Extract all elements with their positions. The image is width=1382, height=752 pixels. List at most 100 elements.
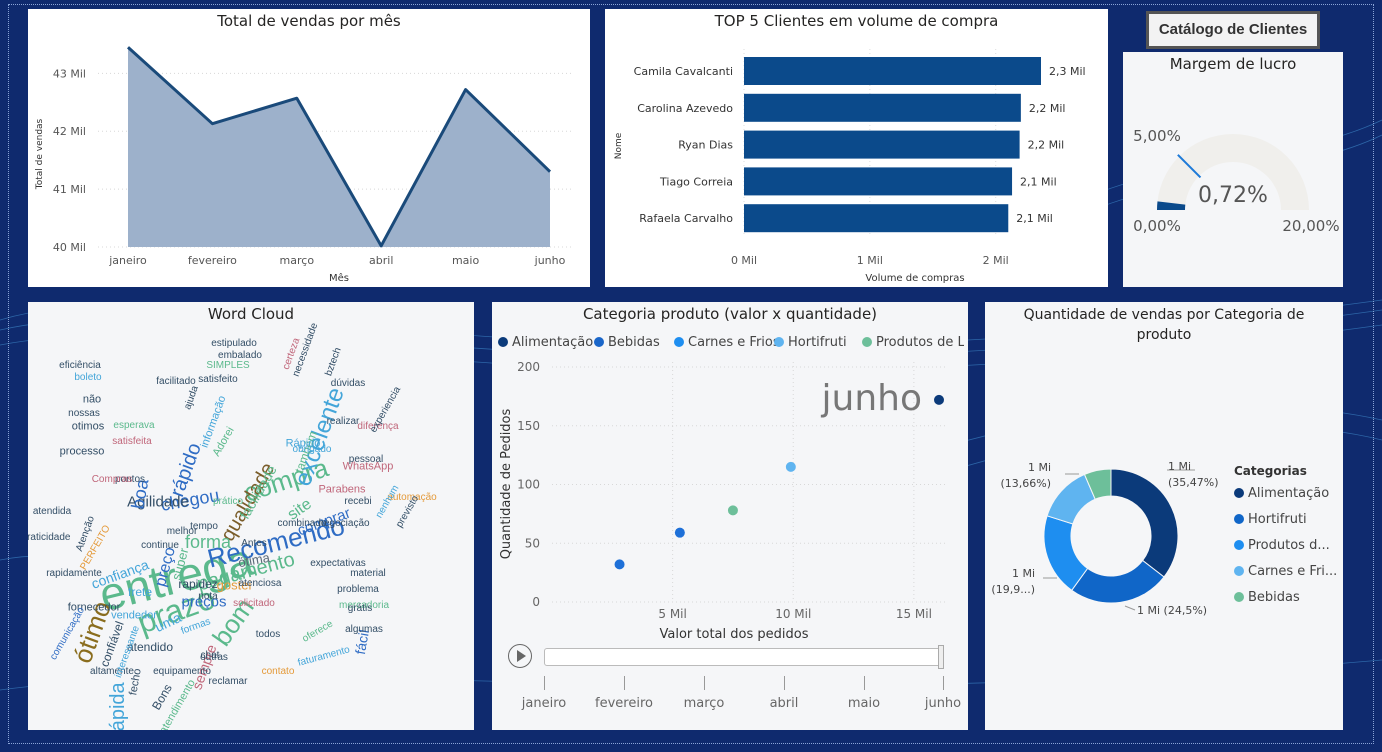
- word-cloud-word: atenciosa: [238, 578, 282, 589]
- gauge-max-label: 20,00%: [1282, 217, 1339, 235]
- client-catalog-button[interactable]: Catálogo de Clientes: [1146, 11, 1320, 49]
- timeline-tick: [864, 676, 865, 690]
- donut-legend-item[interactable]: Bebidas: [1234, 590, 1300, 605]
- timeline-handle[interactable]: [938, 645, 944, 669]
- word-cloud-word: Rápida: [107, 682, 129, 730]
- y-axis-label: Nome: [614, 132, 624, 159]
- client-bar: [744, 167, 1013, 196]
- client-bar: [744, 204, 1009, 233]
- word-cloud-word: satisfeita: [112, 436, 152, 447]
- donut-legend-item[interactable]: Hortifruti: [1234, 512, 1307, 527]
- donut-legend-label: Carnes e Fri...: [1248, 564, 1338, 579]
- word-cloud-word: algumas: [345, 624, 383, 635]
- word-cloud-word: solicitado: [233, 598, 275, 609]
- word-cloud-word: nota: [198, 591, 218, 602]
- word-cloud-word: prático: [212, 496, 244, 507]
- timeline-slider[interactable]: [544, 648, 942, 666]
- word-cloud-word: frete: [127, 585, 153, 599]
- donut-value-label: 1 Mi: [1028, 461, 1051, 474]
- sales-by-month-chart: 40 Mil 41 Mil 42 Mil 43 Mil janeiro fevereiro…: [35, 46, 573, 284]
- x-axis-label: Valor total dos pedidos: [660, 627, 809, 642]
- y-tick-label: 0: [532, 595, 540, 609]
- timeline-month-label[interactable]: fevereiro: [584, 696, 664, 711]
- word-cloud-word: problema: [337, 584, 379, 595]
- bar-value-label: 2,3 Mil: [1049, 65, 1086, 78]
- timeline-month-label[interactable]: junho: [903, 696, 983, 711]
- word-cloud-word: estipulado: [211, 338, 257, 349]
- x-tick-label: fevereiro: [188, 254, 237, 267]
- donut-legend-label: Hortifruti: [1248, 512, 1307, 527]
- donut-legend-item[interactable]: Alimentação: [1234, 486, 1329, 501]
- play-axis-month-label: junho: [821, 378, 922, 419]
- donut-legend-label: Alimentação: [1248, 486, 1330, 501]
- x-axis-label: Volume de compras: [865, 273, 964, 284]
- sales-area: [128, 47, 550, 248]
- legend-dot-icon: [1234, 566, 1244, 576]
- x-tick-label: maio: [452, 254, 480, 267]
- play-button[interactable]: [508, 644, 532, 668]
- word-cloud-word: não: [82, 393, 102, 406]
- word-cloud-word: realizar: [326, 416, 360, 427]
- y-tick-label: 150: [517, 419, 540, 433]
- donut-percent-label: (19,9...): [991, 583, 1035, 596]
- gauge-value-label: 0,72%: [1198, 183, 1268, 208]
- client-name-label: Carolina Azevedo: [637, 102, 733, 115]
- word-cloud-word: bztech: [323, 346, 344, 378]
- donut-legend-title: Categorias: [1234, 464, 1307, 478]
- x-tick-label: janeiro: [108, 254, 147, 267]
- y-tick-label: 43 Mil: [53, 67, 86, 80]
- client-name-label: Ryan Dias: [678, 139, 733, 152]
- y-tick-label: 50: [525, 536, 540, 550]
- legend-dot-icon: [1234, 540, 1244, 550]
- donut-value-label: 1 Mi (24,5%): [1137, 604, 1207, 617]
- timeline-month-label[interactable]: abril: [744, 696, 824, 711]
- play-icon: [517, 650, 526, 662]
- y-axis-label: Total de vendas: [35, 118, 45, 190]
- x-tick-label: 2 Mil: [983, 254, 1009, 267]
- category-scatter-panel: Categoria produto (valor x quantidade) A…: [492, 302, 968, 730]
- word-cloud-word: tempo: [190, 521, 218, 532]
- word-cloud-word: chat: [200, 650, 220, 661]
- client-bar: [744, 57, 1041, 85]
- donut-legend-item[interactable]: Carnes e Fri...: [1234, 564, 1337, 579]
- y-axis-label: Quantidade de Pedidos: [499, 408, 514, 559]
- donut-value-label: 1 Mi: [1168, 460, 1191, 473]
- word-cloud-word: ajuda: [182, 384, 201, 412]
- top-clients-panel: TOP 5 Clientes em volume de compra 0 Mil…: [605, 9, 1108, 287]
- word-cloud-word: atendida: [32, 506, 72, 517]
- word-cloud-word: SIMPLES: [206, 360, 250, 371]
- y-tick-label: 42 Mil: [53, 125, 86, 138]
- word-cloud-word: Antes: [241, 538, 267, 549]
- word-cloud-word: boleto: [74, 372, 102, 383]
- top-clients-chart: 0 Mil 1 Mil 2 Mil Camila Cavalcanti 2,3 Mil C…: [614, 49, 1086, 284]
- word-cloud-panel: Word Cloud entrega Recomendo prazo compra ex…: [28, 302, 474, 730]
- word-cloud-word: esperava: [113, 420, 155, 431]
- word-cloud-word: expectativas: [310, 558, 366, 569]
- timeline-tick: [943, 676, 944, 690]
- word-cloud-word: dúvidas: [330, 378, 366, 389]
- word-cloud-word: reclamar: [208, 676, 248, 687]
- x-tick-label: abril: [369, 254, 393, 267]
- donut-legend-item[interactable]: Produtos d...: [1234, 538, 1330, 553]
- timeline-month-label[interactable]: março: [664, 696, 744, 711]
- bar-value-label: 2,2 Mil: [1029, 102, 1066, 115]
- timeline-tick: [624, 676, 625, 690]
- word-cloud-word: rapidez: [178, 577, 218, 591]
- legend-dot-icon: [1234, 592, 1244, 602]
- timeline-tick: [544, 676, 545, 690]
- client-name-label: Rafaela Carvalho: [639, 212, 733, 225]
- y-tick-label: 40 Mil: [53, 241, 86, 254]
- timeline-month-label[interactable]: janeiro: [504, 696, 584, 711]
- scatter-point: [674, 527, 685, 538]
- donut-percent-label: (35,47%): [1168, 476, 1219, 489]
- x-tick-label: 1 Mil: [857, 254, 883, 267]
- word-cloud-word: Compras: [91, 474, 133, 485]
- y-tick-label: 100: [517, 478, 540, 492]
- donut-label-leader: [1124, 605, 1136, 611]
- scatter-point: [934, 394, 944, 405]
- gauge-target-label: 5,00%: [1133, 127, 1181, 145]
- timeline-month-label[interactable]: maio: [824, 696, 904, 711]
- donut-legend-label: Bebidas: [1248, 590, 1300, 605]
- client-bar: [744, 93, 1021, 122]
- sales-by-month-panel: Total de vendas por mês 40 Mil 41 Mil 42 M…: [28, 9, 590, 287]
